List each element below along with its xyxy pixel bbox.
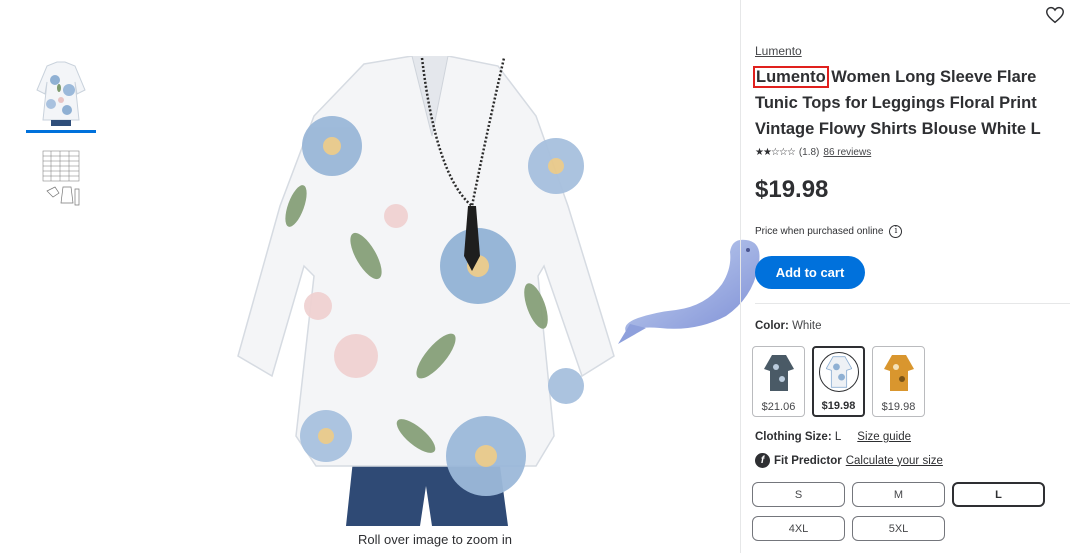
color-swatch[interactable]: $21.06	[752, 346, 805, 417]
clothing-size-value: L	[834, 431, 842, 443]
swatch-price: $19.98	[881, 401, 916, 413]
size-guide-link[interactable]: Size guide	[857, 431, 911, 443]
favorite-heart-icon[interactable]	[1044, 4, 1066, 26]
rating-row: ★★☆☆☆ (1.8) 86 reviews	[755, 147, 871, 158]
info-icon[interactable]: i	[889, 225, 903, 238]
thumbnail-list	[26, 56, 96, 218]
clothing-size-row: Clothing Size: L Size guide	[755, 431, 911, 443]
rating-value: (1.8)	[798, 147, 820, 158]
size-options: S M L 4XL 5XL	[752, 482, 1052, 541]
size-option-4xl[interactable]: 4XL	[752, 516, 845, 541]
panel-divider	[740, 0, 741, 553]
star-rating-icon: ★★☆☆☆	[755, 147, 796, 158]
price-note-text: Price when purchased online	[755, 226, 884, 237]
fit-predictor-row: f Fit Predictor Calculate your size	[755, 453, 943, 468]
thumbnail-front[interactable]	[26, 56, 96, 133]
swatch-image	[761, 351, 797, 395]
reviews-link[interactable]: 86 reviews	[823, 147, 871, 158]
brand-link[interactable]: Lumento	[755, 44, 802, 58]
swatch-price: $19.98	[821, 400, 856, 412]
color-value: White	[792, 320, 822, 332]
price: $19.98	[755, 176, 829, 203]
color-swatch[interactable]: $19.98	[872, 346, 925, 417]
main-product-image[interactable]	[236, 55, 616, 526]
size-option-m[interactable]: M	[852, 482, 945, 507]
color-label: Color: White	[755, 320, 821, 332]
fit-predictor-icon: f	[755, 453, 770, 468]
section-divider	[755, 303, 1070, 304]
seal-watermark	[618, 239, 760, 344]
clothing-size-label: Clothing Size: L	[755, 431, 841, 443]
swatch-image	[881, 351, 917, 395]
size-option-5xl[interactable]: 5XL	[852, 516, 945, 541]
blouse-thumbnail-image	[36, 61, 86, 126]
color-swatch-selected[interactable]: $19.98	[812, 346, 865, 417]
add-to-cart-button[interactable]: Add to cart	[755, 256, 865, 289]
size-chart-thumbnail-image	[42, 150, 80, 205]
size-option-s[interactable]: S	[752, 482, 845, 507]
swatch-image	[818, 352, 859, 392]
swatch-price: $21.06	[761, 401, 796, 413]
title-brand-highlight: Lumento	[753, 66, 829, 88]
product-title: Lumento Women Long Sleeve Flare Tunic To…	[753, 64, 1075, 142]
price-note: Price when purchased online i	[755, 225, 903, 238]
size-option-l[interactable]: L	[952, 482, 1045, 507]
calculate-size-link[interactable]: Calculate your size	[846, 455, 943, 467]
clothing-size-label-text: Clothing Size:	[755, 431, 832, 443]
fit-predictor-label: Fit Predictor	[774, 454, 842, 467]
color-label-text: Color:	[755, 320, 789, 332]
thumbnail-size-chart[interactable]	[26, 143, 96, 218]
color-swatches: $21.06 $19.98 $19.98	[752, 346, 925, 417]
zoom-hint: Roll over image to zoom in	[358, 532, 512, 547]
blouse-image	[237, 55, 615, 526]
